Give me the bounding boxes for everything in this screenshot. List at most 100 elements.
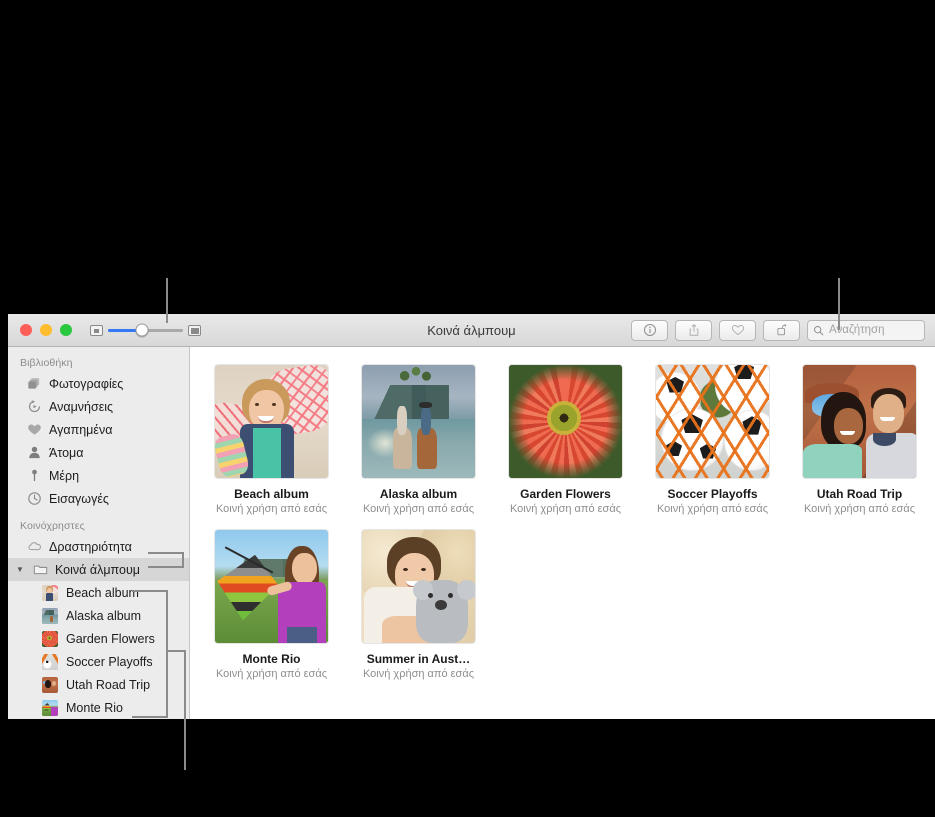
sidebar-item-label: Μέρη [49, 468, 80, 483]
person-icon [26, 445, 42, 461]
utah-photo [803, 365, 916, 478]
album-cover[interactable] [215, 530, 328, 643]
album-name: Garden Flowers [520, 487, 611, 501]
album-item-soccer-playoffs[interactable]: Soccer Playoffs Κοινή χρήση από εσάς [639, 365, 786, 515]
rotate-button[interactable] [763, 319, 800, 341]
album-thumbnail [42, 699, 58, 716]
sidebar-section-shared-header: Κοινόχρηστες [20, 520, 85, 532]
toolbar-buttons: Αναζήτηση [631, 319, 925, 341]
album-cover[interactable] [362, 530, 475, 643]
sidebar-album-label: Alaska album [66, 608, 142, 623]
sidebar: Βιβλιοθήκη Φωτογραφίες Αναμνήσεις Αγαπημ… [8, 347, 190, 719]
share-button[interactable] [675, 319, 712, 341]
close-button[interactable] [20, 324, 32, 336]
album-cover[interactable] [362, 365, 475, 478]
sidebar-album-beach-album[interactable]: Beach album [8, 581, 189, 604]
album-thumbnail [42, 653, 58, 670]
large-thumbnail-icon [188, 324, 201, 336]
sidebar-album-soccer-playoffs[interactable]: Soccer Playoffs [8, 650, 189, 673]
window-body: Βιβλιοθήκη Φωτογραφίες Αναμνήσεις Αγαπημ… [8, 347, 935, 719]
photos-icon [26, 376, 42, 392]
sidebar-item-places[interactable]: Μέρη [8, 464, 189, 487]
summer-photo [362, 530, 475, 643]
sidebar-item-people[interactable]: Άτομα [8, 441, 189, 464]
album-item-alaska-album[interactable]: Alaska album Κοινή χρήση από εσάς [345, 365, 492, 515]
album-item-monte-rio[interactable]: Monte Rio Κοινή χρήση από εσάς [198, 530, 345, 680]
soccer-photo [656, 365, 769, 478]
album-cover[interactable] [803, 365, 916, 478]
info-button[interactable] [631, 319, 668, 341]
heart-icon [731, 325, 744, 336]
sidebar-item-photos[interactable]: Φωτογραφίες [8, 372, 189, 395]
album-item-utah-road-trip[interactable]: Utah Road Trip Κοινή χρήση από εσάς [786, 365, 933, 515]
sidebar-item-label: Δραστηριότητα [49, 539, 132, 554]
sidebar-item-label: Κοινά άλμπουμ [55, 562, 140, 577]
folder-icon [32, 562, 48, 578]
sidebar-item-label: Αναμνήσεις [49, 399, 114, 414]
beach-photo [215, 365, 328, 478]
album-subtitle: Κοινή χρήση από εσάς [656, 503, 769, 515]
album-name: Utah Road Trip [816, 487, 903, 501]
album-cover[interactable] [509, 365, 622, 478]
info-icon [643, 324, 656, 336]
sidebar-item-label: Άτομα [49, 445, 84, 460]
sidebar-item-memories[interactable]: Αναμνήσεις [8, 395, 189, 418]
window-titlebar: Κοινά άλμπουμ Αναζήτηση [8, 314, 935, 347]
album-subtitle: Κοινή χρήση από εσάς [362, 668, 475, 680]
sidebar-album-label: Utah Road Trip [66, 677, 151, 692]
share-icon [689, 323, 698, 336]
cloud-icon [26, 539, 42, 555]
zoom-button[interactable] [60, 324, 72, 336]
album-name: Summer in Aust… [366, 652, 471, 666]
rotate-icon [776, 323, 786, 336]
album-item-summer-in-australia[interactable]: Summer in Aust… Κοινή χρήση από εσάς [345, 530, 492, 680]
album-item-beach-album[interactable]: Beach album Κοινή χρήση από εσάς [198, 365, 345, 515]
slider-knob[interactable] [135, 323, 149, 337]
album-subtitle: Κοινή χρήση από εσάς [215, 668, 328, 680]
chevron-down-icon[interactable]: ▼ [16, 565, 25, 574]
album-cover[interactable] [656, 365, 769, 478]
flower-photo [509, 365, 622, 478]
window-controls[interactable] [20, 324, 72, 336]
sidebar-item-shared-albums[interactable]: ▼ Κοινά άλμπουμ [8, 558, 189, 581]
sidebar-album-garden-flowers[interactable]: Garden Flowers [8, 627, 189, 650]
photos-window: Κοινά άλμπουμ Αναζήτηση Βιβλιοθήκη Φωτογ… [8, 314, 935, 719]
album-name: Monte Rio [242, 652, 301, 666]
album-thumbnail [42, 676, 58, 693]
album-thumbnail [42, 630, 58, 647]
minimize-button[interactable] [40, 324, 52, 336]
sidebar-item-imports[interactable]: Εισαγωγές [8, 487, 189, 510]
sidebar-album-alaska-album[interactable]: Alaska album [8, 604, 189, 627]
slider-track[interactable] [108, 323, 183, 337]
kite-photo [215, 530, 328, 643]
sidebar-item-label: Αγαπημένα [49, 422, 113, 437]
sidebar-section-library-header: Βιβλιοθήκη [20, 357, 73, 369]
album-grid-area: Beach album Κοινή χρήση από εσάς Alaska … [190, 347, 935, 719]
favorite-button[interactable] [719, 319, 756, 341]
memories-icon [26, 399, 42, 415]
album-subtitle: Κοινή χρήση από εσάς [803, 503, 916, 515]
screenshot-stage: Κοινά άλμπουμ Αναζήτηση Βιβλιοθήκη Φωτογ… [0, 0, 935, 817]
sidebar-item-label: Εισαγωγές [49, 491, 109, 506]
pin-icon [26, 468, 42, 484]
search-icon [814, 325, 824, 335]
thumbnail-size-slider[interactable] [90, 323, 201, 337]
heart-icon [26, 422, 42, 438]
clock-icon [26, 491, 42, 507]
album-cover[interactable] [215, 365, 328, 478]
sidebar-album-label: Beach album [66, 585, 139, 600]
sidebar-album-utah-road-trip[interactable]: Utah Road Trip [8, 673, 189, 696]
sidebar-item-activity[interactable]: Δραστηριότητα [8, 535, 189, 558]
sidebar-album-label: Garden Flowers [66, 631, 155, 646]
album-subtitle: Κοινή χρήση από εσάς [215, 503, 328, 515]
sidebar-item-favorites[interactable]: Αγαπημένα [8, 418, 189, 441]
sidebar-item-label: Φωτογραφίες [49, 376, 124, 391]
search-input[interactable]: Αναζήτηση [807, 319, 925, 341]
album-subtitle: Κοινή χρήση από εσάς [362, 503, 475, 515]
alaska-photo [362, 365, 475, 478]
album-item-garden-flowers[interactable]: Garden Flowers Κοινή χρήση από εσάς [492, 365, 639, 515]
album-grid: Beach album Κοινή χρήση από εσάς Alaska … [190, 365, 935, 680]
album-subtitle: Κοινή χρήση από εσάς [509, 503, 622, 515]
album-name: Beach album [234, 487, 309, 501]
small-thumbnail-icon [90, 324, 103, 336]
